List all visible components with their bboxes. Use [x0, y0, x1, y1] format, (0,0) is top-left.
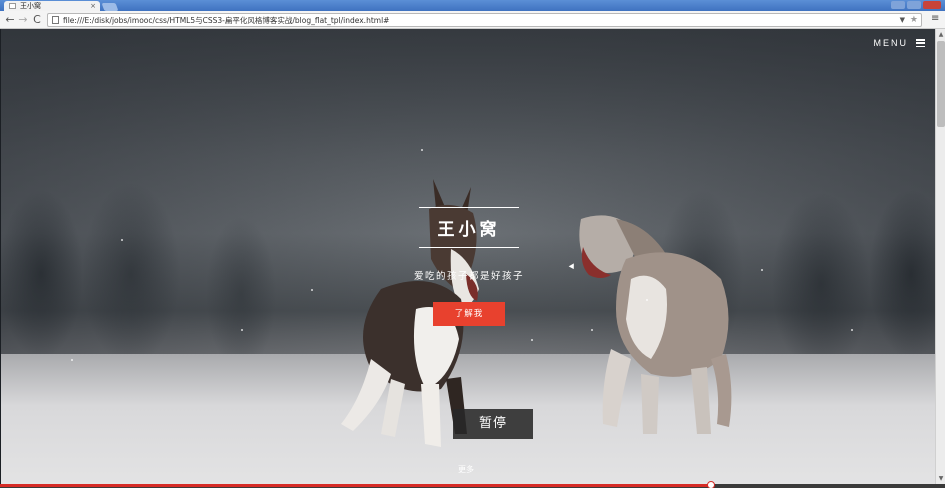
window-controls	[891, 1, 941, 9]
tab-close-icon[interactable]: ×	[90, 1, 96, 11]
chevron-down-icon[interactable]: ▼	[900, 14, 905, 27]
bookmark-star-icon[interactable]: ★	[910, 14, 918, 27]
snowflake	[851, 329, 853, 331]
browser-toolbar: ← → C file:///E:/disk/jobs/imooc/css/HTM…	[0, 11, 945, 29]
browser-menu-icon[interactable]: ≡	[931, 14, 941, 24]
hero-section: MENU 王小窝 爱吃的孩子都是好孩子 了解我 暂停 更多	[1, 29, 935, 484]
hero-title: 王小窝	[437, 220, 501, 240]
snowflake	[71, 359, 73, 361]
new-tab-button[interactable]	[101, 3, 119, 11]
snowflake	[646, 299, 648, 301]
snowflake	[241, 329, 243, 331]
hero-subtitle: 爱吃的孩子都是好孩子	[413, 271, 524, 282]
window-close-icon[interactable]	[923, 1, 941, 9]
video-progress-fill	[0, 484, 711, 487]
url-text[interactable]: file:///E:/disk/jobs/imooc/css/HTML5与CSS…	[63, 14, 389, 27]
snowflake	[591, 329, 593, 331]
address-bar[interactable]: file:///E:/disk/jobs/imooc/css/HTML5与CSS…	[47, 13, 922, 27]
snowflake	[531, 339, 533, 341]
snowflake	[121, 239, 123, 241]
menu-label: MENU	[873, 38, 908, 48]
hamburger-menu-icon	[916, 39, 925, 47]
page-icon	[52, 16, 59, 24]
hero-title-box: 王小窝	[419, 207, 519, 248]
vertical-scrollbar[interactable]: ▲ ▼	[935, 29, 945, 484]
snowflake	[421, 149, 423, 151]
husky-dog-right-image	[579, 215, 732, 434]
minimize-icon[interactable]	[891, 1, 905, 9]
back-arrow-icon[interactable]: ←	[3, 13, 17, 27]
tab-title: 王小窝	[20, 2, 41, 10]
page-favicon-icon	[9, 3, 16, 9]
snowflake	[311, 289, 313, 291]
scrollbar-thumb[interactable]	[937, 41, 945, 127]
video-progress-bar[interactable]	[0, 481, 945, 488]
about-me-button[interactable]: 了解我	[433, 302, 505, 326]
scroll-up-icon[interactable]: ▲	[936, 30, 945, 39]
window-titlebar: 王小窝 ×	[0, 0, 945, 11]
scroll-down-icon[interactable]: ▼	[936, 474, 945, 483]
reload-icon[interactable]: C	[30, 13, 44, 27]
browser-tab[interactable]: 王小窝 ×	[4, 1, 100, 11]
maximize-icon[interactable]	[907, 1, 921, 9]
forward-arrow-icon[interactable]: →	[16, 13, 30, 27]
more-link[interactable]: 更多	[451, 464, 481, 475]
snowflake	[761, 269, 763, 271]
menu-button[interactable]: MENU	[873, 38, 925, 48]
pause-button[interactable]: 暂停	[453, 409, 533, 439]
video-progress-knob[interactable]	[707, 481, 715, 488]
